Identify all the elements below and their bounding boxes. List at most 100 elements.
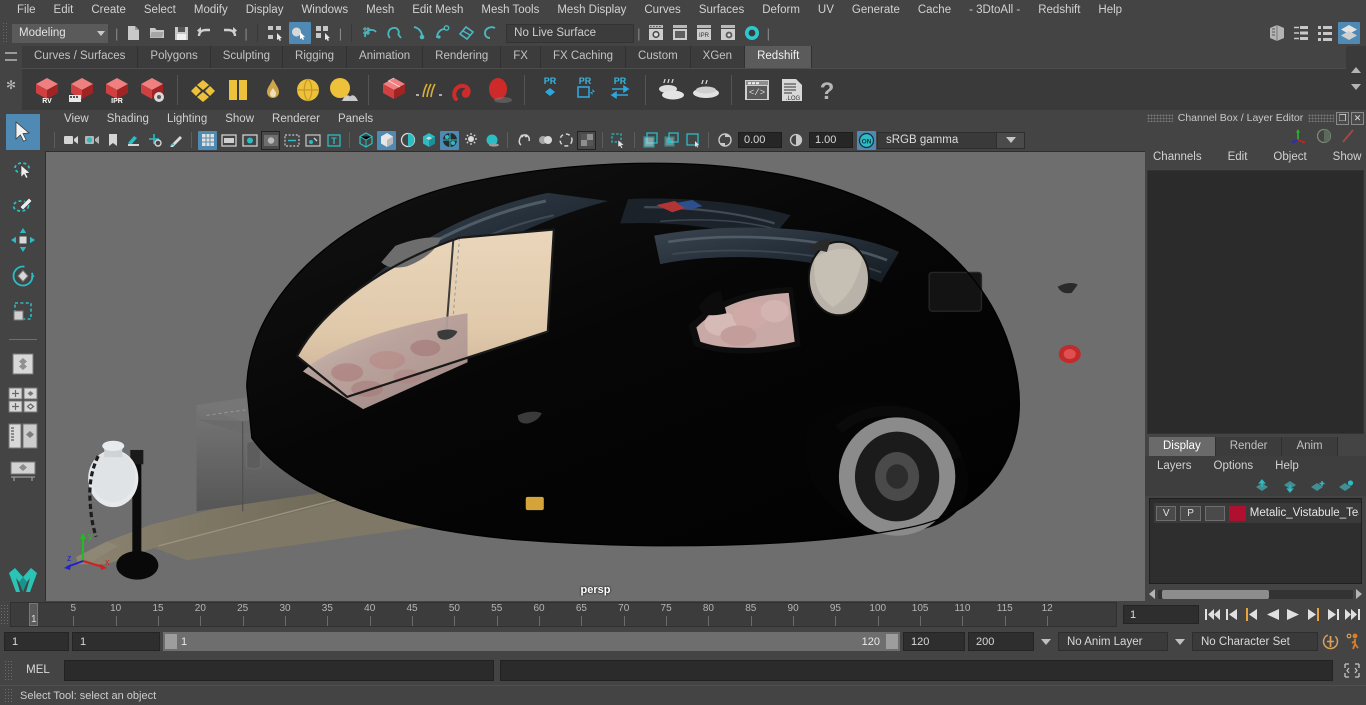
menu-item-file[interactable]: File	[8, 0, 45, 20]
viewport-menu-panels[interactable]: Panels	[329, 110, 382, 129]
time-slider[interactable]: 1 5 10 15 20 25 30 35 40 45 50 55 60 65 70 75 80 85 90 95 10…	[10, 602, 1117, 627]
no-anim-icon[interactable]	[1340, 128, 1356, 144]
grid-toggle-icon[interactable]	[198, 130, 217, 150]
redshift-pr-transfer-icon[interactable]: PR	[603, 73, 637, 107]
chevron-down-icon[interactable]	[1041, 638, 1051, 645]
select-component-icon[interactable]	[313, 22, 335, 44]
shaded-wireframe-icon[interactable]	[398, 131, 417, 150]
channel-box-menu-edit[interactable]: Edit	[1228, 151, 1248, 163]
shelf-tab-fx[interactable]: FX	[501, 46, 541, 68]
quick-layout-outliner-persp[interactable]	[6, 418, 40, 454]
layer-list[interactable]: V P Metalic_Vistabule_Tear	[1149, 498, 1362, 584]
depth-peel-icon[interactable]	[577, 130, 596, 150]
step-forward-key-icon[interactable]	[1325, 607, 1340, 622]
step-forward-frame-icon[interactable]	[1305, 607, 1320, 622]
shadows-icon[interactable]	[482, 131, 501, 150]
new-layer-from-selected-icon[interactable]	[1310, 479, 1326, 493]
redshift-render-sequence-icon[interactable]	[65, 73, 99, 107]
range-slider-left-handle[interactable]	[165, 634, 177, 649]
channel-box-menu-object[interactable]: Object	[1273, 151, 1306, 163]
render-settings-icon[interactable]	[717, 22, 739, 44]
select-object-icon[interactable]	[288, 22, 311, 44]
scrollbar-track[interactable]	[1158, 589, 1353, 599]
redshift-volume-icon[interactable]	[447, 73, 481, 107]
shelf-tab-fx-caching[interactable]: FX Caching	[540, 46, 627, 68]
redshift-ipr-icon[interactable]: IPR	[100, 73, 134, 107]
redshift-material-icon[interactable]	[186, 73, 220, 107]
persp-viewport[interactable]: y x z persp	[45, 151, 1145, 601]
panel-grip[interactable]	[1147, 114, 1173, 122]
current-frame-field[interactable]: 1	[1123, 605, 1199, 624]
select-hierarchy-icon[interactable]	[265, 22, 287, 44]
ipr-render-icon[interactable]: IPR	[693, 22, 715, 44]
menu-item-edit-mesh[interactable]: Edit Mesh	[403, 0, 472, 20]
chevron-down-icon[interactable]	[1175, 638, 1185, 645]
status-line-grip[interactable]	[2, 22, 9, 44]
smooth-shade-icon[interactable]	[377, 130, 396, 150]
new-layer-icon[interactable]	[1338, 479, 1354, 493]
shelf-menu-icon[interactable]	[5, 52, 17, 61]
xray-icon[interactable]	[641, 131, 660, 150]
scale-tool[interactable]	[6, 294, 40, 330]
live-surface-field[interactable]: No Live Surface	[506, 23, 635, 43]
render-current-frame-icon[interactable]	[669, 22, 691, 44]
redshift-dome-light-icon[interactable]	[326, 73, 360, 107]
exposure-icon[interactable]	[303, 131, 322, 150]
redshift-help-icon[interactable]: ?	[810, 73, 844, 107]
help-line-grip[interactable]	[4, 687, 12, 704]
menu-item-select[interactable]: Select	[135, 0, 185, 20]
scroll-right-icon[interactable]	[1356, 589, 1362, 599]
menu-item-modify[interactable]: Modify	[185, 0, 237, 20]
range-slider[interactable]: 1 120	[163, 632, 900, 651]
channel-box-menu-channels[interactable]: Channels	[1153, 151, 1202, 163]
lasso-select-tool[interactable]	[6, 150, 40, 186]
move-layer-down-icon[interactable]	[1282, 479, 1298, 493]
menu-item-mesh-tools[interactable]: Mesh Tools	[472, 0, 548, 20]
grease-pencil-icon[interactable]	[166, 131, 185, 150]
multisample-icon[interactable]	[556, 131, 575, 150]
use-all-lights-icon[interactable]	[461, 131, 480, 150]
wireframe-icon[interactable]	[356, 131, 375, 150]
shelf-tab-animation[interactable]: Animation	[347, 46, 424, 68]
select-tool[interactable]	[5, 114, 40, 150]
redshift-sphere-light-icon[interactable]	[291, 73, 325, 107]
shelf-options-gear-icon[interactable]: ✻	[6, 79, 16, 91]
layer-name[interactable]: Metalic_Vistabule_Tear	[1250, 507, 1359, 519]
quick-layout-hypershade[interactable]	[6, 454, 40, 490]
menu-item-edit[interactable]: Edit	[45, 0, 83, 20]
redshift-script-editor-icon[interactable]: </>	[740, 73, 774, 107]
render-view-icon[interactable]	[645, 22, 667, 44]
redshift-pr-export-icon[interactable]: PR	[568, 73, 602, 107]
menu-item-create[interactable]: Create	[82, 0, 135, 20]
rotate-tool[interactable]	[6, 258, 40, 294]
quick-layout-single[interactable]	[6, 346, 40, 382]
shelf-tab-rigging[interactable]: Rigging	[283, 46, 348, 68]
2d-pan-zoom-icon[interactable]	[145, 131, 164, 150]
shelf-tab-sculpting[interactable]: Sculpting	[210, 46, 284, 68]
command-input[interactable]	[64, 659, 494, 681]
redo-icon[interactable]	[218, 22, 240, 44]
gamma-control-icon[interactable]	[786, 131, 805, 150]
shelf-scroll-up-icon[interactable]	[1351, 66, 1361, 73]
xray-text-icon[interactable]: T	[324, 131, 343, 150]
new-scene-icon[interactable]	[122, 22, 144, 44]
range-end-field[interactable]: 120	[903, 632, 965, 651]
shelf-tab-redshift[interactable]: Redshift	[745, 46, 813, 68]
command-language-label[interactable]: MEL	[18, 664, 58, 676]
film-origin-icon[interactable]	[282, 131, 301, 150]
channel-filter-icon[interactable]	[1316, 128, 1332, 144]
menu-item-cache[interactable]: Cache	[909, 0, 960, 20]
redshift-hair-icon[interactable]	[412, 73, 446, 107]
shelf-scroll-arrows[interactable]	[1346, 46, 1366, 110]
isolate-select-icon[interactable]	[609, 131, 628, 150]
undo-icon[interactable]	[194, 22, 216, 44]
viewport-menu-show[interactable]: Show	[216, 110, 263, 129]
shelf-tab-xgen[interactable]: XGen	[690, 46, 746, 68]
viewport-menu-renderer[interactable]: Renderer	[263, 110, 329, 129]
viewport-menu-view[interactable]: View	[55, 110, 98, 129]
menu-item-3dtoall[interactable]: - 3DtoAll -	[960, 0, 1029, 20]
select-camera-icon[interactable]	[61, 131, 80, 150]
open-scene-icon[interactable]	[146, 22, 168, 44]
layer-menu-layers[interactable]: Layers	[1157, 460, 1192, 472]
layer-row[interactable]: V P Metalic_Vistabule_Tear	[1154, 503, 1361, 523]
